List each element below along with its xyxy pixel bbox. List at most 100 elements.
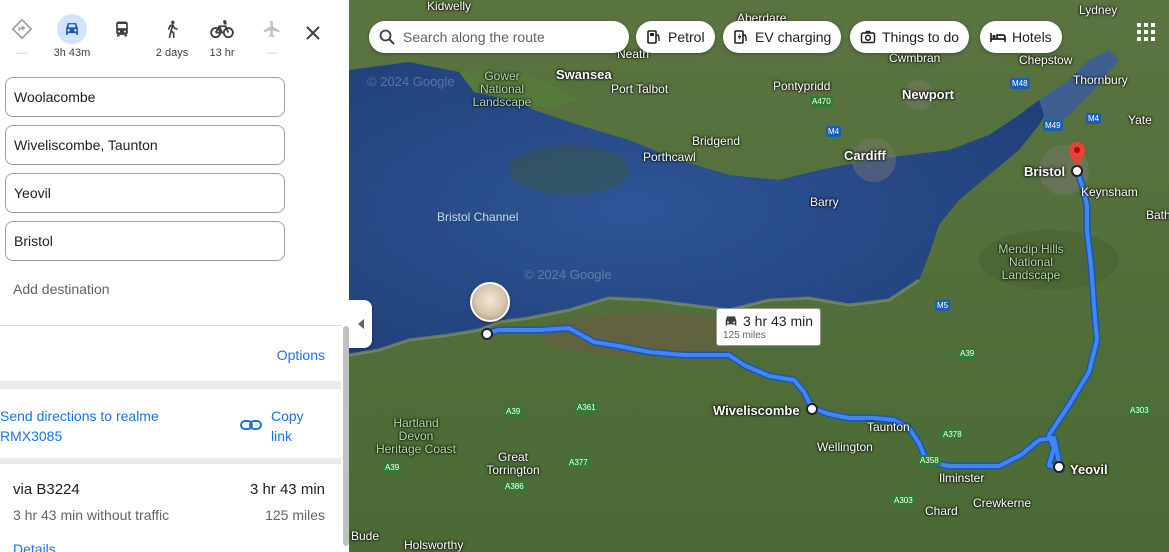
place-label: Ilminster [939,471,985,485]
place-label: Bude [351,529,380,543]
place-label: Keynsham [1081,185,1138,199]
chevron-left-icon [357,319,364,329]
place-label: Kidwelly [427,0,472,13]
mode-transit-label [100,46,144,60]
chip-things-to-do-label: Things to do [882,29,960,45]
waypoint-marker-wiveliscombe[interactable] [806,403,818,415]
apps-grid-icon[interactable] [1136,22,1156,42]
mode-cycling[interactable]: 13 hr [200,14,244,60]
place-label: Great Torrington [486,450,540,477]
road-shield: A470 [810,96,833,107]
place-label: Lydney [1079,3,1118,17]
place-label: Wiveliscombe [713,403,800,418]
watermark: © 2024 Google [524,267,612,282]
uplands [509,145,629,195]
road-shield: M4 [1086,113,1102,124]
watermark: © 2024 Google [367,74,455,89]
place-label: Bristol [1024,164,1066,179]
route-card-distance: 125 miles [723,330,766,341]
send-directions-link[interactable]: Send directions to realme RMX3085 [0,406,180,446]
route-card-time: 3 hr 43 min [723,313,814,329]
close-icon [306,26,320,40]
place-label: Newport [902,87,954,102]
waypoint-input-2[interactable] [5,125,285,165]
place-label: Yate [1128,113,1152,127]
car-icon [57,14,87,44]
camera-icon [860,29,876,45]
mode-flights[interactable]: — [250,14,294,60]
mode-driving-label: 3h 43m [53,47,91,59]
sea-label: Bristol Channel [437,210,519,224]
search-along-route[interactable] [369,21,629,53]
road-shield: A39 [958,348,977,359]
mode-transit[interactable] [100,14,144,60]
mode-driving[interactable]: 3h 43m [50,14,94,60]
route-via-label[interactable]: via B3224 [13,481,80,498]
search-icon [379,29,395,45]
chip-ev-charging[interactable]: EV charging [723,21,842,53]
collapse-panel-button[interactable] [349,300,372,348]
road-shield: A386 [503,481,526,492]
place-label: Pontypridd [773,79,831,93]
divider [0,325,349,326]
waypoint-marker-start[interactable] [481,328,493,340]
route-info-card[interactable]: 3 hr 43 min 125 miles [716,308,821,346]
options-button[interactable]: Options [277,347,325,363]
road-shield: M49 [1043,120,1063,131]
travel-mode-bar: — 3h 43m 2 days 13 hr — [0,0,349,72]
mode-best[interactable]: — [0,14,44,60]
road-shield: A39 [504,406,523,417]
waypoint-marker-yeovil[interactable] [1053,461,1065,473]
user-avatar[interactable] [470,282,510,322]
road-shield: A39 [383,462,402,473]
place-label: Port Talbot [611,82,669,96]
place-label: Swansea [556,67,612,82]
directions-diamond-icon [7,14,37,44]
route-no-traffic-time: 3 hr 43 min without traffic [13,507,170,523]
road-shield: M48 [1010,78,1030,89]
waypoint-input-start[interactable] [5,77,285,117]
place-label: Yeovil [1070,462,1108,477]
mode-walking[interactable]: 2 days [150,14,194,60]
ev-charging-icon [733,29,749,45]
place-label: Cardiff [844,148,886,163]
close-directions-button[interactable] [300,20,326,46]
directions-panel: — 3h 43m 2 days 13 hr — Woolacombe Wivel… [0,0,349,552]
bed-icon [990,29,1006,45]
bicycle-icon [207,14,237,44]
chip-petrol[interactable]: Petrol [636,21,715,53]
fuel-icon [646,29,662,45]
park-label: Mendip Hills National Landscape [998,242,1064,282]
road-shield: M4 [826,126,842,137]
chip-hotels-label: Hotels [1012,29,1052,45]
waypoint-marker-bristol[interactable] [1071,165,1083,177]
details-link[interactable]: Details [13,541,56,552]
road-shield: A377 [567,457,590,468]
chip-hotels[interactable]: Hotels [980,21,1062,53]
place-label: Bath [1146,208,1169,222]
copy-link-button[interactable]: Copy link [271,406,321,446]
chip-things-to-do[interactable]: Things to do [850,21,970,53]
route-card-time-text: 3 hr 43 min [743,313,814,329]
place-label: Porthcawl [643,150,696,164]
place-label: Crewkerne [973,496,1032,510]
mode-best-label: — [16,47,28,59]
map-canvas[interactable]: Kidwelly Aberdare Neath Swansea Port Tal… [349,0,1169,552]
car-icon [725,316,737,326]
add-destination-button[interactable]: Add destination [13,281,110,297]
place-label: Holsworthy [404,538,464,552]
search-input[interactable] [403,29,613,45]
airplane-icon [257,14,287,44]
waypoint-input-3[interactable] [5,173,285,213]
place-label: Chepstow [1019,53,1073,67]
place-label: Cwmbran [889,51,941,65]
park-label: Gower National Landscape [472,69,532,109]
waypoint-input-destination[interactable] [5,221,285,261]
road-shield: A378 [941,429,964,440]
route-distance: 125 miles [265,507,325,523]
mode-walking-label: 2 days [155,47,189,59]
mode-cycling-label: 13 hr [209,47,235,59]
section-divider [0,381,349,389]
mode-flights-label: — [266,47,278,59]
bus-icon [107,14,137,44]
